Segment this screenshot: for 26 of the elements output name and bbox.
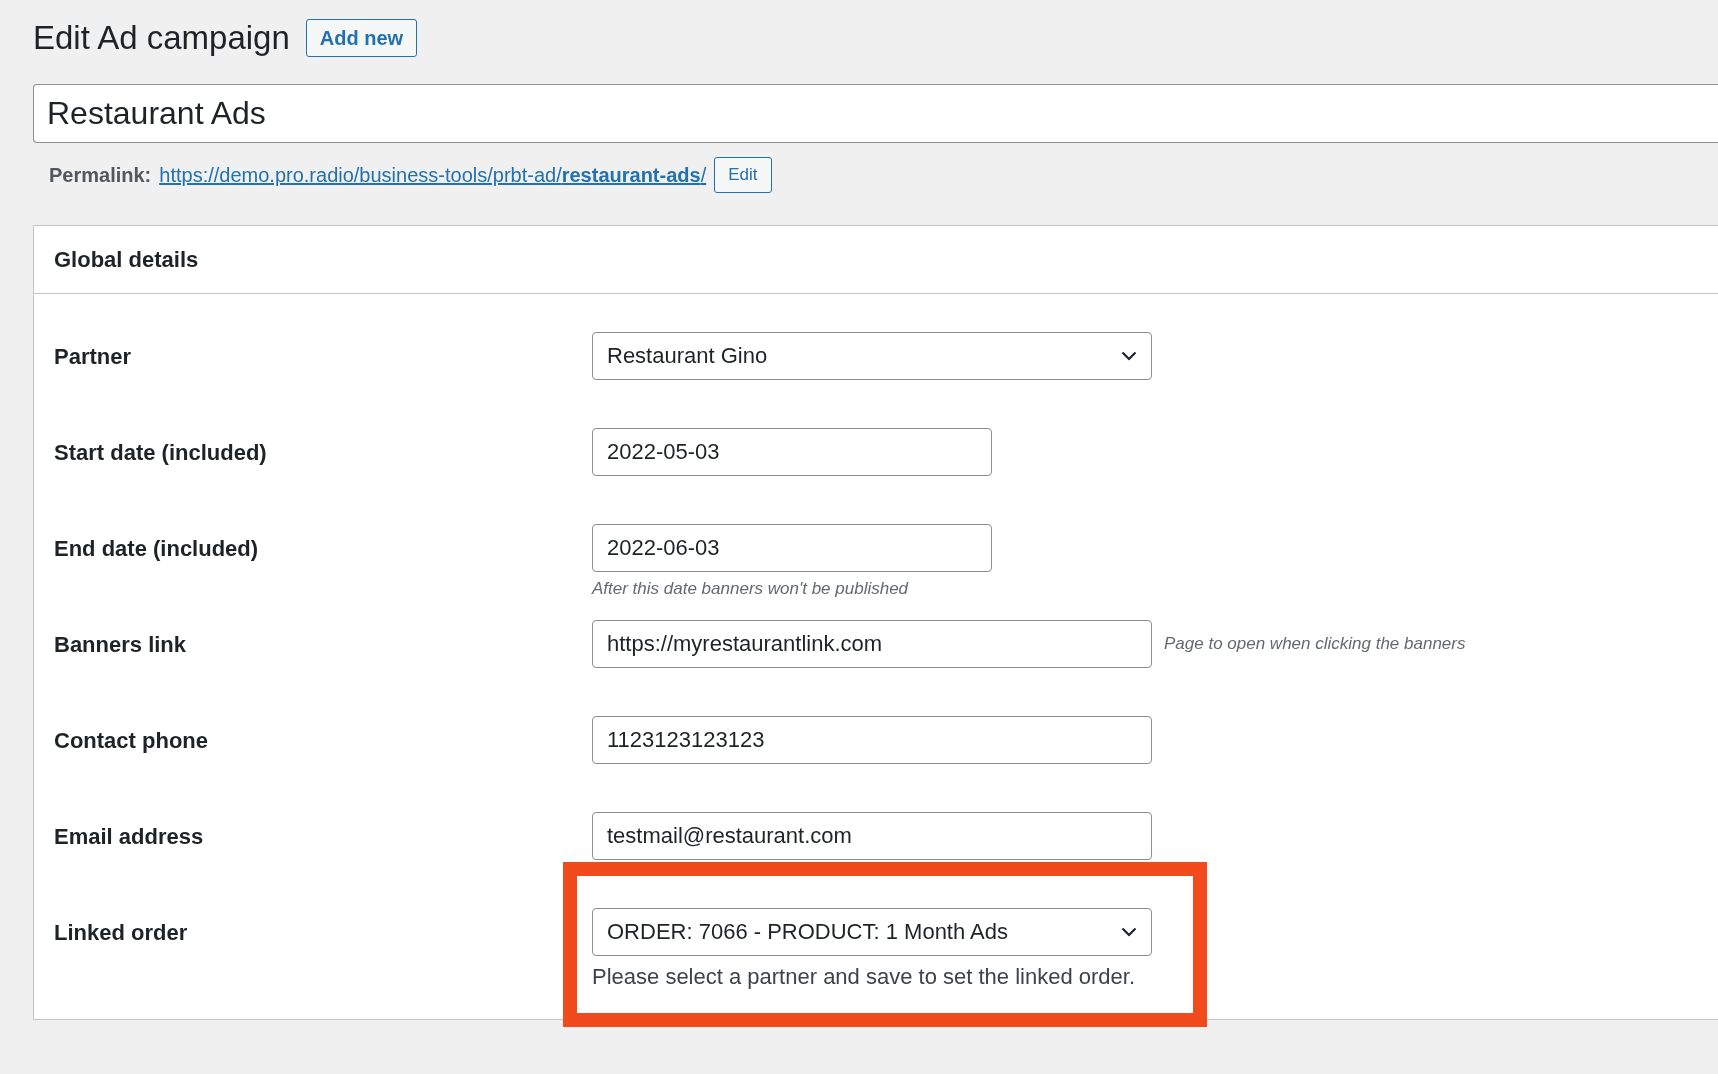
- add-new-button[interactable]: Add new: [305, 18, 418, 57]
- text-field[interactable]: https://myrestaurantlink.com: [592, 620, 1152, 668]
- edit-button[interactable]: Edit: [714, 156, 772, 193]
- select-field[interactable]: Restaurant Gino: [592, 332, 1152, 380]
- field-label: Start date (included): [54, 439, 268, 467]
- date-field[interactable]: 2022-05-03: [592, 428, 992, 476]
- title-field[interactable]: Restaurant Ads: [33, 83, 1718, 143]
- field-label: Partner: [54, 343, 133, 371]
- help-text: Please select a partner and save to set the linked order.: [592, 963, 1136, 991]
- panel-title: Global details: [34, 226, 1718, 294]
- field-label: Linked order: [54, 919, 189, 947]
- hint-text: Page to open when clicking the banners: [1164, 633, 1466, 656]
- field-label: Email address: [54, 823, 205, 851]
- permalink-link[interactable]: https://demo.pro.radio/business-tools/prbt-ad/restaurant-ads/: [159, 159, 707, 190]
- chevron-down-icon: [1121, 927, 1137, 937]
- permalink-label: Permalink:: [49, 162, 152, 188]
- page-title: Edit Ad campaign: [33, 18, 290, 58]
- hint-text: After this date banners won't be published: [592, 578, 910, 600]
- select-field[interactable]: ORDER: 7066 - PRODUCT: 1 Month Ads: [592, 908, 1152, 956]
- text-field[interactable]: testmail@restaurant.com: [592, 812, 1152, 860]
- field-label: End date (included): [54, 535, 260, 563]
- field-label: Banners link: [54, 631, 188, 659]
- chevron-down-icon: [1121, 351, 1137, 361]
- date-field[interactable]: 2022-06-03: [592, 524, 992, 572]
- field-label: Contact phone: [54, 727, 209, 755]
- text-field[interactable]: 1123123123123: [592, 716, 1152, 764]
